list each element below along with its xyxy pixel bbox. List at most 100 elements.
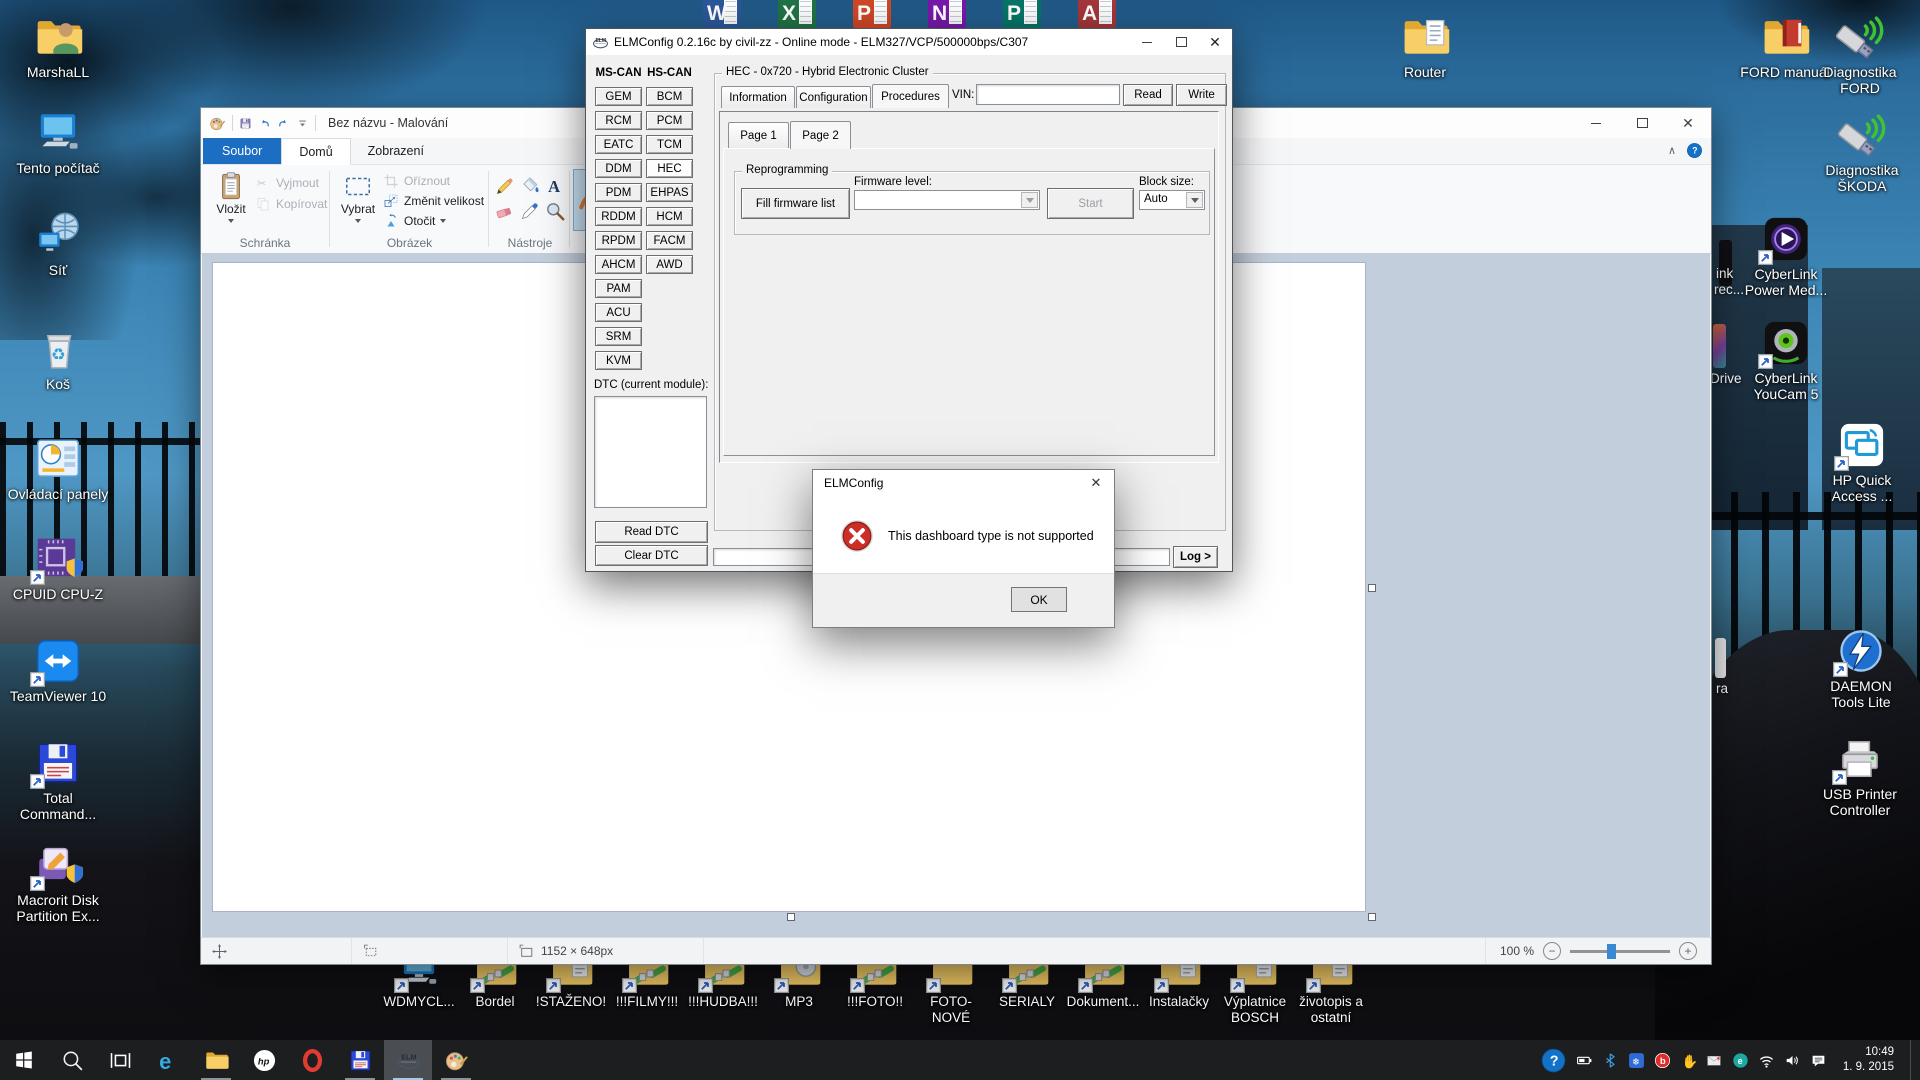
log-button[interactable]: Log > xyxy=(1173,546,1218,568)
desktop-icon-macrorit[interactable]: Macrorit Disk Partition Ex... xyxy=(6,840,110,924)
volume-icon[interactable] xyxy=(1784,1052,1801,1069)
resize-handle-corner[interactable] xyxy=(1368,913,1376,921)
taskbar-elmconfig[interactable]: ELM xyxy=(384,1040,432,1080)
zoom-out-button[interactable]: − xyxy=(1543,942,1561,960)
resize-button[interactable]: Změnit velikost xyxy=(383,193,484,209)
elmconfig-titlebar[interactable]: ELM ELMConfig 0.2.16c by civil-zz - Onli… xyxy=(586,29,1232,55)
help-icon[interactable]: ? xyxy=(1686,142,1703,159)
module-button-rpdm[interactable]: RPDM xyxy=(595,231,642,250)
tab-procedures[interactable]: Procedures xyxy=(872,84,949,108)
taskbar-opera[interactable] xyxy=(288,1040,336,1080)
taskbar-file-explorer[interactable] xyxy=(192,1040,240,1080)
crop-button[interactable]: Oříznout xyxy=(383,173,450,189)
magnifier-tool-icon[interactable] xyxy=(544,200,566,222)
office-tile-5[interactable]: A xyxy=(1078,0,1116,28)
taskbar-clock[interactable]: 10:49 1. 9. 2015 xyxy=(1843,1045,1894,1075)
save-icon[interactable] xyxy=(239,117,252,130)
taskbar-edge[interactable]: e xyxy=(144,1040,192,1080)
zoom-slider-thumb[interactable] xyxy=(1607,944,1616,959)
vin-input[interactable] xyxy=(976,84,1120,105)
pencil-tool-icon[interactable] xyxy=(494,175,516,197)
desktop-icon-cyberlink-power-media[interactable]: CyberLink Power Med... xyxy=(1740,214,1832,298)
ok-button[interactable]: OK xyxy=(1011,587,1067,612)
module-button-gem[interactable]: GEM xyxy=(595,87,642,106)
battery-icon[interactable] xyxy=(1576,1052,1593,1069)
block-size-combobox[interactable]: Auto xyxy=(1139,190,1205,210)
close-button[interactable]: ✕ xyxy=(1198,29,1232,55)
module-button-bcm[interactable]: BCM xyxy=(646,87,693,106)
tab-page-2[interactable]: Page 2 xyxy=(790,121,851,149)
rotate-button[interactable]: Otočit xyxy=(383,213,446,229)
module-button-awd[interactable]: AWD xyxy=(646,255,693,274)
write-button[interactable]: Write xyxy=(1176,84,1227,106)
start-button[interactable]: Start xyxy=(1047,188,1134,219)
partial-icon[interactable] xyxy=(1713,324,1726,368)
module-button-rcm[interactable]: RCM xyxy=(595,111,642,130)
desktop-icon-diagnostika-skoda[interactable]: Diagnostika ŠKODA xyxy=(1816,110,1908,194)
fill-firmware-list-button[interactable]: Fill firmware list xyxy=(741,188,850,219)
partial-icon[interactable] xyxy=(1715,638,1726,678)
customize-quick-access-icon[interactable] xyxy=(296,117,309,130)
show-desktop-button[interactable] xyxy=(1910,1040,1918,1080)
module-button-acu[interactable]: ACU xyxy=(595,303,642,322)
mail-icon[interactable]: ✶ xyxy=(1706,1052,1723,1069)
copy-button[interactable]: Kopírovat xyxy=(255,196,327,212)
dropdown-button[interactable] xyxy=(1186,192,1203,208)
collapse-ribbon-icon[interactable]: ∧ xyxy=(1668,144,1676,157)
desktop-icon-teamviewer-10[interactable]: TeamViewer 10 xyxy=(6,636,110,704)
tab-zobrazeni[interactable]: Zobrazení xyxy=(351,138,441,164)
firmware-level-combobox[interactable] xyxy=(854,190,1040,210)
taskbar-paint[interactable] xyxy=(432,1040,480,1080)
taskbar-search[interactable] xyxy=(48,1040,96,1080)
tab-domu[interactable]: Domů xyxy=(281,138,350,165)
desktop-icon-hp-quick-access[interactable]: HP Quick Access ... xyxy=(1816,420,1908,504)
tab-configuration[interactable]: Configuration xyxy=(796,86,871,108)
resize-handle-right[interactable] xyxy=(1368,584,1376,592)
action-center-icon[interactable] xyxy=(1810,1052,1827,1069)
module-button-facm[interactable]: FACM xyxy=(646,231,693,250)
redo-icon[interactable] xyxy=(277,117,290,130)
undo-icon[interactable] xyxy=(258,117,271,130)
taskbar-task-view[interactable] xyxy=(96,1040,144,1080)
tab-page-1[interactable]: Page 1 xyxy=(728,122,789,149)
close-button[interactable]: ✕ xyxy=(1665,108,1711,138)
desktop-icon-usb-printer-controller[interactable]: USB Printer Controller xyxy=(1814,734,1906,818)
eraser-tool-icon[interactable] xyxy=(494,200,516,222)
module-button-pdm[interactable]: PDM xyxy=(595,183,642,202)
taskbar-hp-support[interactable]: hp xyxy=(240,1040,288,1080)
zoom-slider[interactable] xyxy=(1570,950,1670,953)
desktop-icon-router[interactable]: Router xyxy=(1379,12,1471,80)
color-picker-tool-icon[interactable] xyxy=(519,200,541,222)
office-tile-0[interactable]: W xyxy=(703,0,741,28)
minimize-button[interactable] xyxy=(1130,29,1164,55)
read-dtc-button[interactable]: Read DTC xyxy=(595,521,708,543)
desktop-icon-diagnostika-ford[interactable]: Diagnostika FORD xyxy=(1814,12,1906,96)
desktop-icon-cpuid-cpu-z[interactable]: CPUID CPU-Z xyxy=(6,534,110,602)
desktop-icon-network[interactable]: Síť xyxy=(6,210,110,278)
module-button-ahcm[interactable]: AHCM xyxy=(595,255,642,274)
module-button-hcm[interactable]: HCM xyxy=(646,207,693,226)
tab-soubor[interactable]: Soubor xyxy=(203,138,281,164)
dialog-titlebar[interactable]: ELMConfig xyxy=(813,470,1114,496)
bluetooth-icon[interactable] xyxy=(1602,1052,1619,1069)
office-tile-4[interactable]: P xyxy=(1003,0,1041,28)
dropdown-button[interactable] xyxy=(1021,192,1038,208)
desktop-icon-recycle-bin[interactable]: ♻Koš xyxy=(6,324,110,392)
office-tile-3[interactable]: N xyxy=(928,0,966,28)
module-button-ddm[interactable]: DDM xyxy=(595,159,642,178)
eset-icon[interactable]: e xyxy=(1732,1052,1749,1069)
desktop-icon-total-commander[interactable]: Total Command... xyxy=(6,738,110,822)
module-button-hec[interactable]: HEC xyxy=(646,159,693,178)
beats-icon[interactable]: b xyxy=(1654,1052,1671,1069)
desktop-icon-cyberlink-youcam-5[interactable]: CyberLink YouCam 5 xyxy=(1740,318,1832,402)
cut-button[interactable]: ✂ Vyjmout xyxy=(255,175,319,191)
tab-information[interactable]: Information xyxy=(721,86,795,108)
select-button[interactable]: Vybrat xyxy=(335,171,381,226)
module-button-pam[interactable]: PAM xyxy=(595,279,642,298)
maximize-button[interactable] xyxy=(1619,108,1665,138)
fill-tool-icon[interactable] xyxy=(519,175,541,197)
paste-button[interactable]: Vložit xyxy=(209,171,253,226)
close-button[interactable]: ✕ xyxy=(1078,470,1114,496)
module-button-srm[interactable]: SRM xyxy=(595,327,642,346)
office-tile-2[interactable]: P xyxy=(853,0,891,28)
